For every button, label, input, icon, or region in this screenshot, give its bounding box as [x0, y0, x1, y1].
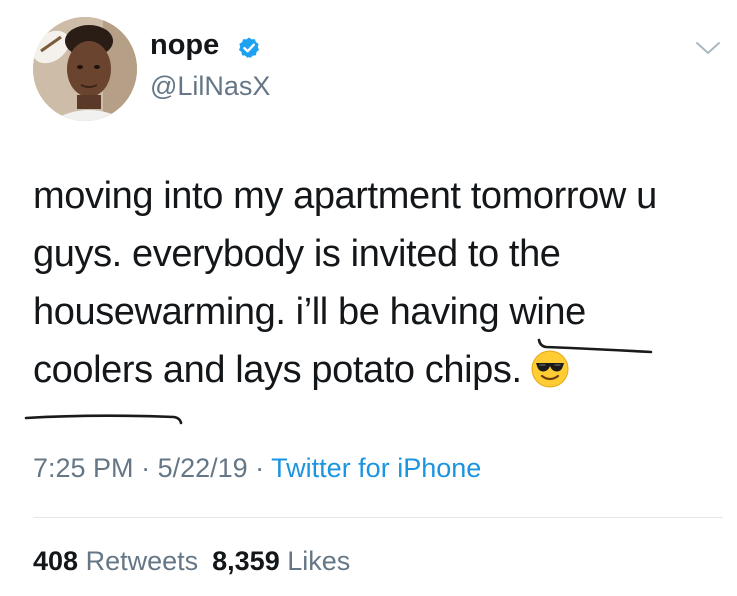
likes-label: Likes	[287, 546, 351, 576]
meta-separator: ·	[247, 453, 272, 483]
retweets-label: Retweets	[85, 546, 199, 576]
tweet-line: guys. everybody is invited to the	[33, 233, 561, 275]
retweets-stat[interactable]: 408 Retweets	[33, 546, 198, 576]
divider	[33, 517, 723, 518]
retweets-count: 408	[33, 546, 79, 576]
tweet-line: housewarming. i’ll be having wine	[33, 291, 586, 333]
tweet-date[interactable]: 5/22/19	[158, 453, 248, 483]
profile-photo-icon	[33, 17, 137, 121]
avatar[interactable]	[33, 17, 137, 121]
tweet-line: moving into my apartment tomorrow u	[33, 175, 657, 217]
tweet-meta: 7:25 PM · 5/22/19 · Twitter for iPhone	[33, 451, 481, 485]
marker-underline	[24, 414, 183, 425]
likes-count: 8,359	[212, 546, 280, 576]
tweet-text: moving into my apartment tomorrow u guys…	[33, 167, 723, 399]
tweet-stats: 408 Retweets 8,359 Likes	[33, 544, 350, 578]
chevron-down-icon[interactable]	[695, 38, 721, 58]
display-name[interactable]: nope	[150, 27, 219, 63]
meta-separator: ·	[133, 453, 158, 483]
tweet-line: coolers and lays potato chips.	[33, 349, 522, 391]
tweet-time[interactable]: 7:25 PM	[33, 453, 134, 483]
marker-underline	[537, 338, 653, 354]
verified-badge-icon	[239, 37, 259, 58]
tweet-source-link[interactable]: Twitter for iPhone	[271, 453, 481, 483]
likes-stat[interactable]: 8,359 Likes	[212, 546, 350, 576]
user-handle[interactable]: @LilNasX	[150, 69, 270, 103]
